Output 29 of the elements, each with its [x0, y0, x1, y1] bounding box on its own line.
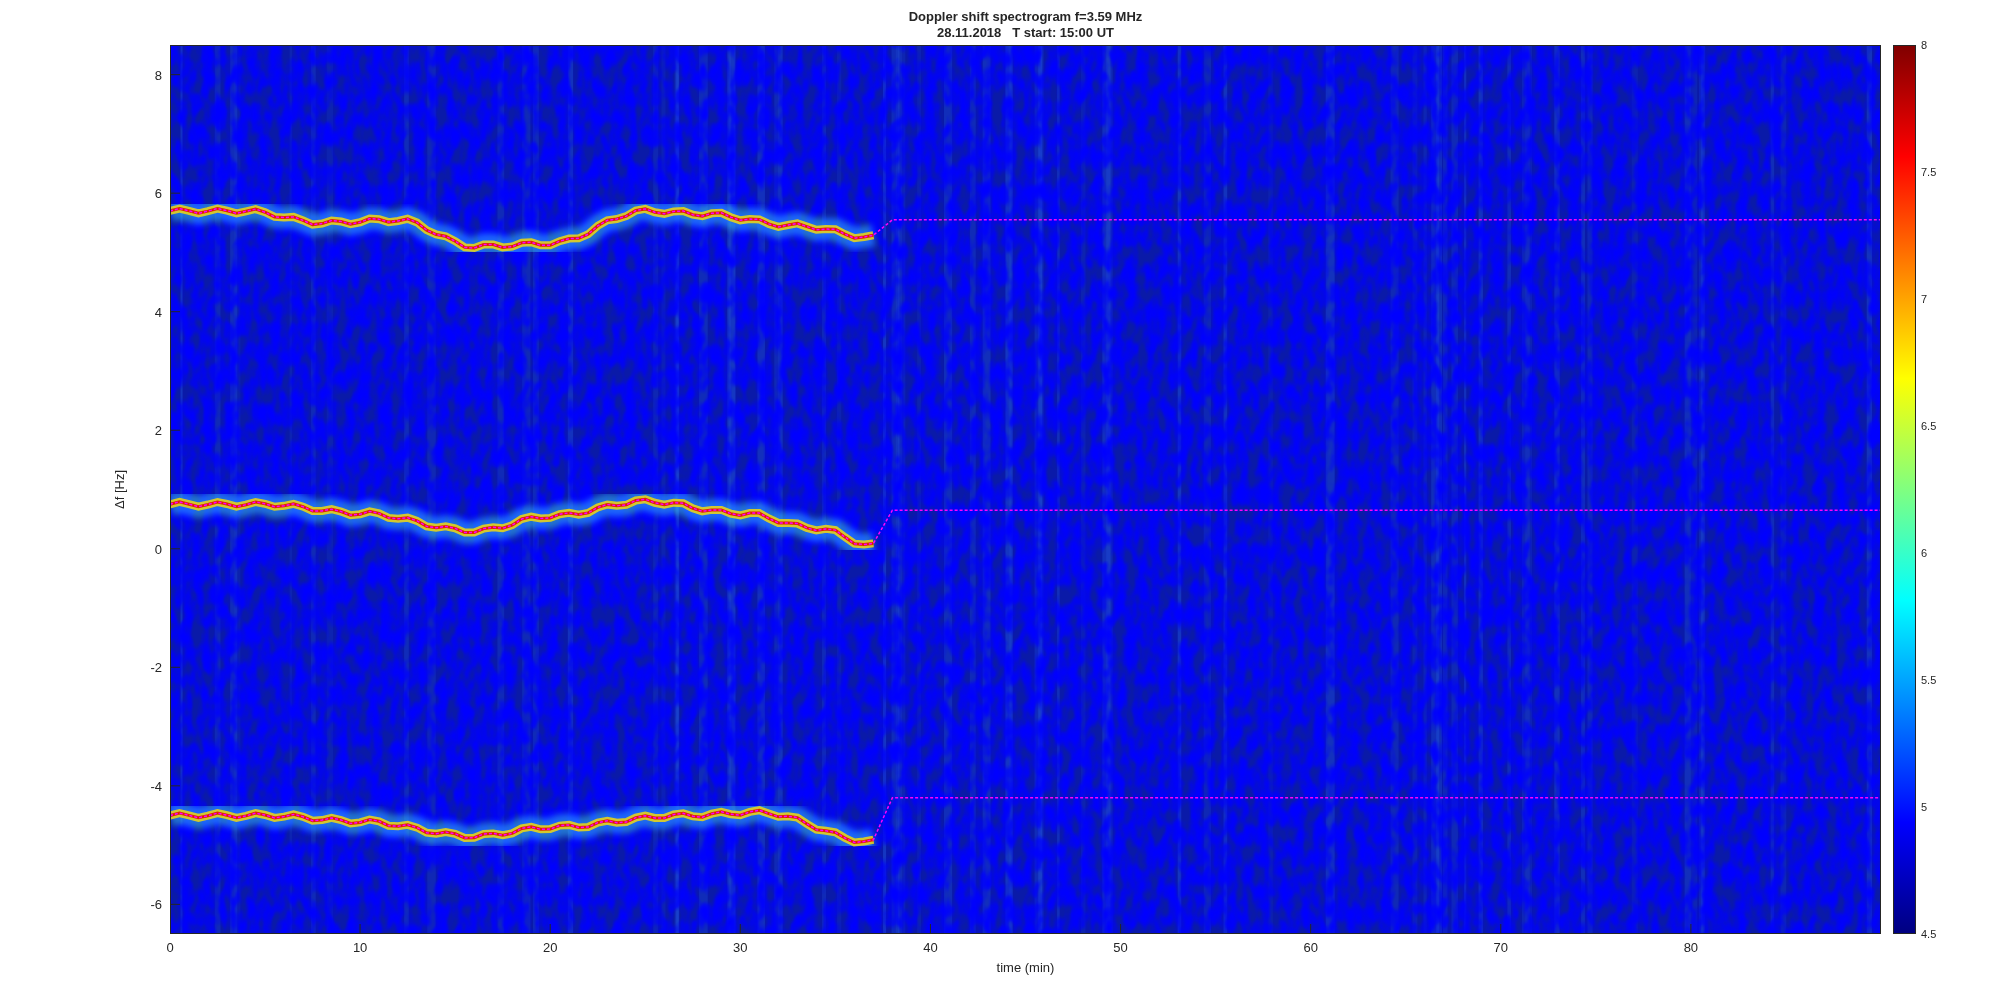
colorbar-tick-label: 7.5	[1921, 166, 1937, 178]
y-axis-label: Δf [Hz]	[112, 470, 128, 509]
y-tick-label: 4	[154, 304, 162, 320]
x-tick-label: 70	[1493, 940, 1508, 955]
x-tick-label: 60	[1303, 940, 1318, 955]
colorbar-tick-label: 6.5	[1921, 420, 1937, 432]
colorbar-tick-label: 5	[1921, 801, 1928, 813]
x-tick-label: 50	[1113, 940, 1128, 955]
colorbar-tick-label: 4.5	[1921, 928, 1937, 940]
y-tick-label: 2	[154, 422, 162, 438]
x-tick-label: 10	[352, 940, 368, 955]
y-tick-label: 6	[154, 185, 162, 201]
colorbar-tick-label: 6	[1921, 547, 1928, 559]
colorbar-tick-label: 5.5	[1921, 674, 1937, 686]
x-tick-label: 40	[923, 940, 938, 955]
x-tick-label: 20	[543, 940, 558, 955]
y-tick-label: -4	[150, 778, 162, 794]
x-tick-label: 0	[166, 940, 174, 955]
y-tick-label: 8	[154, 67, 162, 83]
y-tick-label: -2	[150, 659, 162, 675]
chart-title: Doppler shift spectrogram f=3.59 MHz	[908, 9, 1143, 25]
colorbar-tick-label: 8	[1921, 39, 1928, 51]
y-tick-label: -6	[150, 896, 162, 912]
chart-subtitle: 28.11.2018 T start: 15:00 UT	[936, 25, 1114, 41]
x-axis-label: time (min)	[996, 960, 1055, 977]
y-tick-label: 0	[154, 541, 162, 557]
colorbar-tick-label: 7	[1921, 293, 1928, 305]
x-tick-label: 80	[1683, 940, 1699, 955]
x-tick-label: 30	[733, 940, 748, 955]
